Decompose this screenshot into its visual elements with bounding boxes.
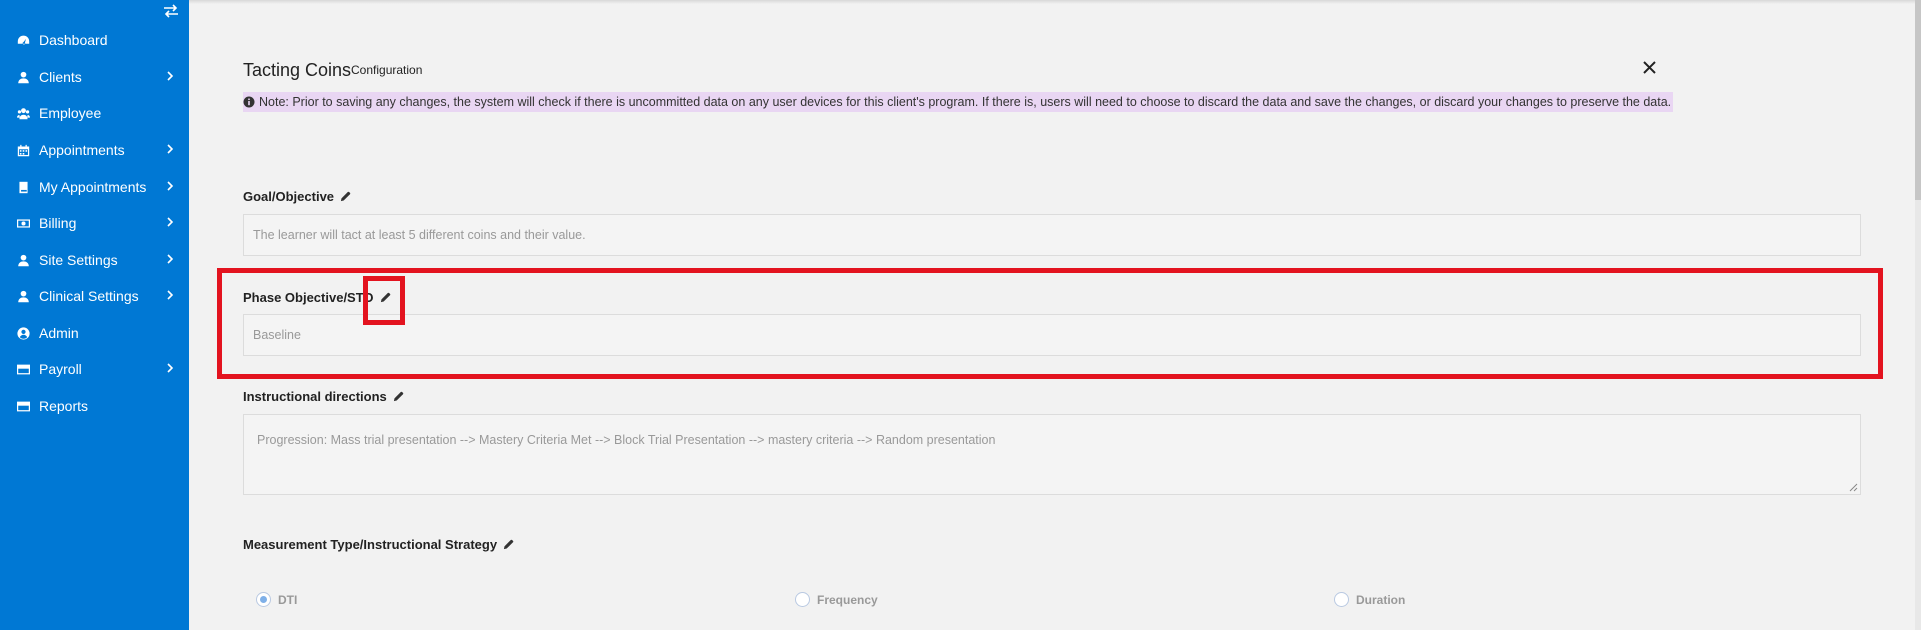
instructional-directions-textarea[interactable]: Progression: Mass trial presentation -->…: [243, 414, 1861, 495]
instructional-directions-value: Progression: Mass trial presentation -->…: [257, 433, 996, 447]
close-button[interactable]: [1642, 60, 1657, 75]
radio-dti[interactable]: DTI: [256, 592, 297, 607]
sidebar-item-label: Clinical Settings: [39, 288, 139, 304]
pencil-icon[interactable]: [393, 391, 405, 403]
sidebar-item-clinical-settings[interactable]: Clinical Settings: [0, 281, 189, 311]
sidebar-item-label: Payroll: [39, 361, 82, 377]
book-icon: [17, 181, 30, 194]
pencil-icon[interactable]: [380, 292, 392, 304]
credit-card-icon: [17, 363, 30, 376]
sidebar-item-label: Admin: [39, 325, 79, 341]
scrollbar-thumb[interactable]: [1915, 0, 1921, 200]
sidebar-item-label: Reports: [39, 398, 89, 414]
sidebar-item-payroll[interactable]: Payroll: [0, 354, 189, 384]
goal-objective-field[interactable]: The learner will tact at least 5 differe…: [243, 214, 1861, 256]
goal-objective-value: The learner will tact at least 5 differe…: [253, 228, 586, 242]
radio-label: Duration: [1356, 592, 1406, 607]
pencil-icon[interactable]: [340, 191, 352, 203]
page-title: Tacting Coins: [243, 60, 352, 80]
goal-objective-label: Goal/Objective: [243, 189, 352, 204]
money-icon: [17, 217, 30, 230]
sidebar-item-label: My Appointments: [39, 179, 147, 195]
phase-objective-value: Baseline: [253, 328, 301, 342]
sidebar-item-my-appointments[interactable]: My Appointments: [0, 172, 189, 202]
sidebar-toggle-icon[interactable]: [163, 4, 179, 18]
chevron-right-icon: [165, 361, 175, 373]
chevron-right-icon: [165, 288, 175, 300]
phase-objective-label: Phase Objective/STO: [243, 290, 392, 305]
sidebar-item-label: Appointments: [39, 142, 125, 158]
radio-duration[interactable]: Duration: [1334, 592, 1405, 607]
chevron-right-icon: [165, 215, 175, 227]
note-text: Note: Prior to saving any changes, the s…: [259, 95, 1672, 109]
radio-dot[interactable]: [256, 592, 271, 607]
goal-objective-label-text: Goal/Objective: [243, 189, 335, 204]
resize-handle-icon[interactable]: [1849, 483, 1858, 492]
top-shadow: [189, 0, 1921, 4]
sidebar-item-employee[interactable]: Employee: [0, 98, 189, 128]
scrollbar[interactable]: [1915, 0, 1921, 630]
phase-objective-label-text: Phase Objective/STO: [243, 290, 374, 305]
chevron-right-icon: [165, 252, 175, 264]
sidebar-item-label: Dashboard: [39, 32, 108, 48]
measurement-type-label-text: Measurement Type/Instructional Strategy: [243, 537, 498, 552]
close-icon: [1643, 61, 1656, 74]
info-icon: [243, 96, 255, 108]
pencil-icon[interactable]: [503, 539, 515, 551]
credit-card-icon: [17, 400, 30, 413]
dashboard-icon: [17, 34, 30, 47]
note-banner: Note: Prior to saving any changes, the s…: [243, 92, 1674, 112]
sidebar-item-site-settings[interactable]: Site Settings: [0, 245, 189, 275]
instructional-directions-label-text: Instructional directions: [243, 389, 387, 404]
sidebar-item-admin[interactable]: Admin: [0, 318, 189, 348]
radio-dot[interactable]: [795, 592, 810, 607]
sidebar-item-label: Site Settings: [39, 252, 118, 268]
users-icon: [17, 107, 30, 120]
user-icon: [17, 290, 30, 303]
radio-frequency[interactable]: Frequency: [795, 592, 878, 607]
chevron-right-icon: [165, 179, 175, 191]
chevron-right-icon: [165, 142, 175, 154]
page-subtitle: Configuration: [351, 63, 423, 77]
sidebar-item-label: Employee: [39, 105, 102, 121]
phase-objective-field[interactable]: Baseline: [243, 314, 1861, 356]
radio-label: Frequency: [817, 592, 878, 607]
sidebar-item-label: Billing: [39, 215, 77, 231]
user-circle-icon: [17, 326, 30, 340]
instructional-directions-label: Instructional directions: [243, 389, 405, 404]
radio-dot[interactable]: [1334, 592, 1349, 607]
sidebar: Dashboard Clients Employee Appointments …: [0, 0, 189, 630]
sidebar-item-label: Clients: [39, 69, 82, 85]
measurement-type-label: Measurement Type/Instructional Strategy: [243, 537, 515, 552]
sidebar-item-clients[interactable]: Clients: [0, 62, 189, 92]
chevron-right-icon: [165, 69, 175, 81]
calendar-icon: [17, 144, 30, 157]
user-icon: [17, 71, 30, 84]
radio-label: DTI: [278, 592, 298, 607]
sidebar-item-dashboard[interactable]: Dashboard: [0, 25, 189, 55]
user-icon: [17, 254, 30, 267]
sidebar-item-reports[interactable]: Reports: [0, 391, 189, 421]
sidebar-item-billing[interactable]: Billing: [0, 208, 189, 238]
sidebar-item-appointments[interactable]: Appointments: [0, 135, 189, 165]
